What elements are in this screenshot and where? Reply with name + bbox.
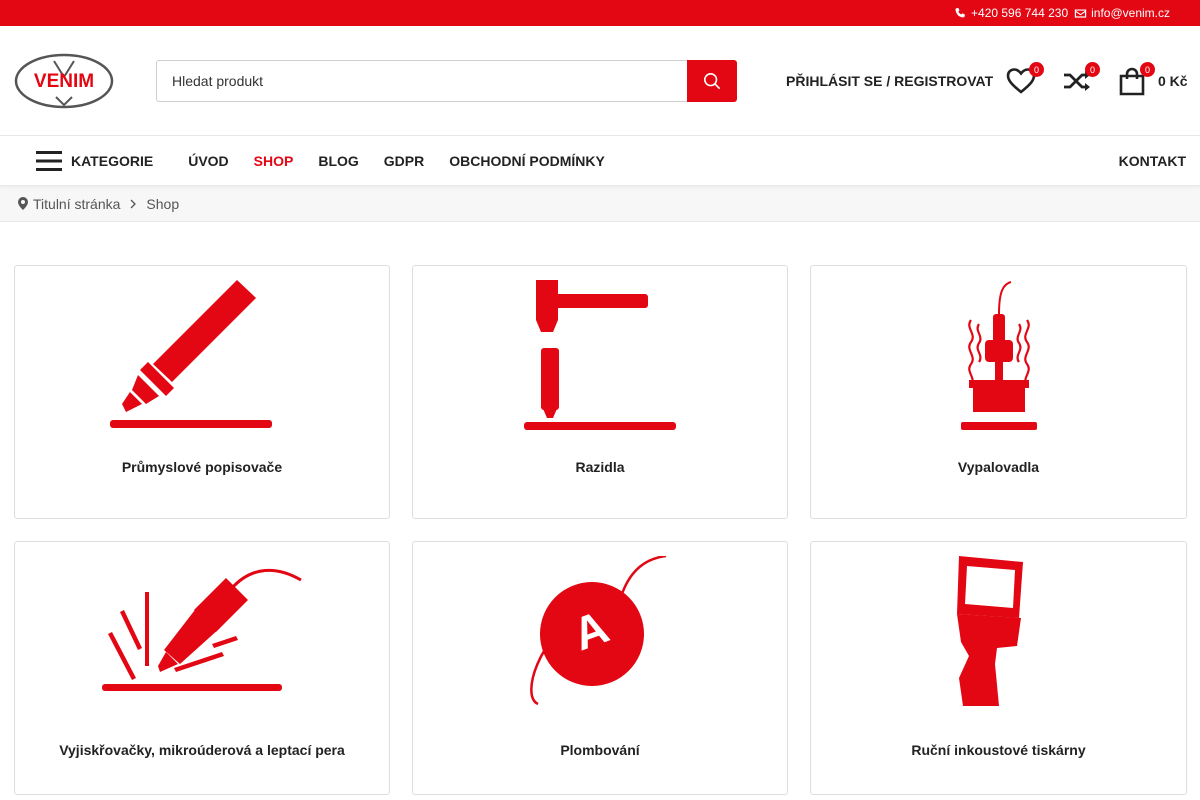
compare-button[interactable]: 0 <box>1062 62 1100 98</box>
cart-button[interactable]: 0 <box>1117 62 1155 98</box>
categories-menu-button[interactable]: KATEGORIE <box>36 150 153 172</box>
nav-link-gdpr[interactable]: GDPR <box>384 153 424 169</box>
phone-icon <box>955 7 965 17</box>
nav-link-shop[interactable]: SHOP <box>254 153 294 169</box>
category-card[interactable]: Ruční inkoustové tiskárny <box>810 541 1187 795</box>
category-card[interactable]: Razidla <box>412 265 788 519</box>
envelope-icon <box>1074 8 1087 18</box>
handheld-printer-icon <box>956 556 1023 706</box>
category-card[interactable]: Vypalovadla <box>810 265 1187 519</box>
category-card[interactable]: Průmyslové popisovače <box>14 265 390 519</box>
hamburger-icon <box>36 150 62 171</box>
wishlist-count-badge: 0 <box>1029 62 1044 77</box>
search-bar <box>156 59 737 102</box>
top-contact-bar: +420 596 744 230 info@venim.cz <box>0 0 1200 26</box>
chevron-right-icon <box>130 199 137 208</box>
nav-link-blog[interactable]: BLOG <box>318 153 358 169</box>
phone-contact[interactable]: +420 596 744 230 <box>954 6 1068 20</box>
category-title: Ruční inkoustové tiskárny <box>911 742 1086 758</box>
category-card[interactable]: A Plombování <box>412 541 788 795</box>
marker-icon <box>110 280 272 428</box>
nav-link-terms[interactable]: OBCHODNÍ PODMÍNKY <box>449 153 605 169</box>
compare-count-badge: 0 <box>1085 62 1100 77</box>
category-grid: Průmyslové popisovače Razidla Vypalovadl… <box>14 265 1187 795</box>
category-card[interactable]: Vyjiskřovačky, mikroúderová a leptací pe… <box>14 541 390 795</box>
site-header: VENIM PŘIHLÁSIT SE / REGISTROVAT 0 0 0 0… <box>0 26 1200 136</box>
phone-number: +420 596 744 230 <box>971 6 1069 20</box>
category-title: Vyjiskřovačky, mikroúderová a leptací pe… <box>59 742 345 758</box>
engraving-pen-icon <box>102 568 302 691</box>
seal-icon: A <box>530 556 667 706</box>
email-address: info@venim.cz <box>1091 6 1170 20</box>
main-navigation: KATEGORIE ÚVOD SHOP BLOG GDPR OBCHODNÍ P… <box>0 136 1200 186</box>
category-title: Plombování <box>560 742 640 758</box>
category-title: Vypalovadla <box>957 459 1040 475</box>
stamp-press-icon <box>524 280 676 430</box>
categories-label: KATEGORIE <box>71 152 154 169</box>
category-title: Průmyslové popisovače <box>121 459 283 475</box>
login-register-link[interactable]: PŘIHLÁSIT SE / REGISTROVAT <box>786 26 993 136</box>
nav-link-contact[interactable]: KONTAKT <box>1119 153 1186 169</box>
venim-logo[interactable]: VENIM <box>14 53 114 109</box>
wishlist-button[interactable]: 0 <box>1006 62 1044 98</box>
cart-count-badge: 0 <box>1140 62 1155 77</box>
search-input[interactable] <box>156 59 687 102</box>
breadcrumb-current: Shop <box>146 195 180 212</box>
search-icon <box>703 72 721 89</box>
svg-text:VENIM: VENIM <box>34 71 94 92</box>
breadcrumb-home[interactable]: Titulní stránka <box>33 196 120 212</box>
map-pin-icon <box>18 197 28 210</box>
nav-link-uvod[interactable]: ÚVOD <box>188 153 228 169</box>
email-contact[interactable]: info@venim.cz <box>1074 6 1170 20</box>
category-title: Razidla <box>575 459 625 475</box>
cart-total[interactable]: 0 Kč <box>1158 26 1188 136</box>
search-button[interactable] <box>687 59 737 102</box>
hot-stamp-icon <box>960 281 1037 430</box>
breadcrumb: Titulní stránka Shop <box>0 186 1200 222</box>
